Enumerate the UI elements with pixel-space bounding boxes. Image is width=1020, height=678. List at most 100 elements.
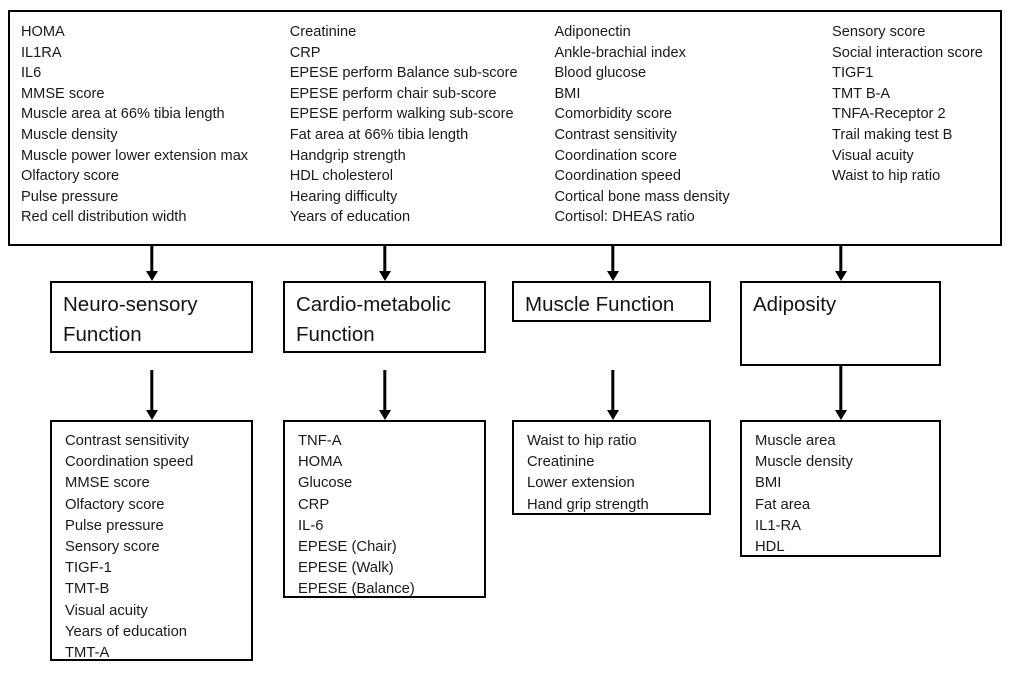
- variable-item: Coordination score: [554, 147, 677, 164]
- leaf-item: TNF-A: [298, 433, 342, 449]
- leaf-item: EPESE (Walk): [298, 560, 394, 577]
- variable-item: BMI: [554, 85, 581, 102]
- domain-title: Adiposity: [753, 293, 837, 316]
- variable-columns: HOMA IL1RA IL6 MMSE score Muscle area at…: [10, 22, 1000, 244]
- leaf-item: EPESE (Balance): [298, 581, 415, 598]
- arrow-shaft: [149, 370, 154, 410]
- variable-item: Visual acuity: [832, 147, 914, 164]
- leaf-item: Lower extension: [527, 475, 635, 492]
- domain-box-adiposity[interactable]: Adiposity: [740, 281, 941, 366]
- leaf-box-adiposity-variables: Muscle area Muscle density BMI Fat area …: [740, 420, 941, 557]
- variable-item: Muscle area at 66% tibia length: [21, 106, 225, 123]
- variable-item: Cortical bone mass density: [554, 188, 730, 205]
- variable-item: Waist to hip ratio: [832, 168, 941, 185]
- leaf-item: Waist to hip ratio: [527, 433, 637, 449]
- leaf-item: Sensory score: [65, 539, 160, 556]
- variable-item: Social interaction score: [832, 44, 983, 61]
- leaf-item: Hand grip strength: [527, 496, 649, 513]
- domain-box-muscle-function[interactable]: Muscle Function: [512, 281, 711, 322]
- leaf-item: Years of education: [65, 623, 188, 640]
- arrow-head: [606, 410, 619, 420]
- arrow-shaft: [610, 370, 615, 410]
- variable-item: EPESE perform chair sub-score: [289, 85, 497, 102]
- variable-column-4: Sensory score Social interaction score T…: [832, 22, 1000, 187]
- arrow-shaft: [382, 370, 387, 410]
- variable-column-3: Adiponectin Ankle-brachial index Blood g…: [554, 22, 832, 228]
- arrow-shaft: [838, 246, 843, 271]
- variable-item: Trail making test B: [832, 126, 953, 143]
- leaf-item: TMT-A: [65, 645, 110, 662]
- leaf-item: Visual acuity: [65, 602, 148, 619]
- arrow-head: [834, 410, 847, 420]
- arrow-shaft: [838, 366, 843, 410]
- leaf-item: Contrast sensitivity: [65, 433, 190, 449]
- domain-box-neuro-sensory-function[interactable]: Neuro-sensory Function: [50, 281, 253, 353]
- arrow-head: [834, 271, 847, 281]
- leaf-item: EPESE (Chair): [298, 539, 397, 556]
- variable-item: Muscle density: [21, 126, 118, 143]
- variable-item: Adiponectin: [554, 24, 631, 40]
- variable-item: Pulse pressure: [21, 188, 119, 205]
- variable-item: EPESE perform Balance sub-score: [289, 65, 518, 82]
- variable-item: Years of education: [289, 209, 411, 226]
- variable-column-1: HOMA IL1RA IL6 MMSE score Muscle area at…: [10, 22, 290, 228]
- domain-title: Neuro-sensory Function: [63, 293, 198, 346]
- leaf-box-neuro-sensory-variables: Contrast sensitivity Coordination speed …: [50, 420, 253, 661]
- leaf-item: MMSE score: [65, 475, 150, 492]
- arrow-pool-to-adiposity: [832, 246, 849, 281]
- leaf-item: Muscle area: [755, 433, 836, 449]
- variable-item: Hearing difficulty: [289, 188, 398, 205]
- domain-box-cardio-metabolic-function[interactable]: Cardio-metabolic Function: [283, 281, 486, 353]
- arrow-pool-to-muscle-function: [604, 246, 621, 281]
- variable-item: Contrast sensitivity: [554, 126, 677, 143]
- variable-column-2: Creatinine CRP EPESE perform Balance sub…: [290, 22, 555, 228]
- leaf-item: CRP: [298, 496, 330, 513]
- arrow-shaft: [610, 246, 615, 271]
- arrow-neuro-sensory-to-variables: [143, 370, 160, 420]
- variable-item: Cortisol: DHEAS ratio: [554, 209, 695, 226]
- variable-item: HOMA: [21, 24, 65, 40]
- leaf-box-muscle-function-variables: Waist to hip ratio Creatinine Lower exte…: [512, 420, 711, 515]
- leaf-item: Coordination speed: [65, 454, 194, 471]
- arrow-head: [145, 410, 158, 420]
- variable-item: Fat area at 66% tibia length: [289, 126, 469, 143]
- leaf-item: HOMA: [298, 454, 343, 471]
- variable-item: TIGF1: [832, 65, 874, 82]
- domain-title: Muscle Function: [525, 293, 675, 316]
- arrow-muscle-function-to-variables: [604, 370, 621, 420]
- leaf-item: IL-6: [298, 517, 324, 534]
- leaf-item: Pulse pressure: [65, 517, 164, 534]
- variable-item: IL1RA: [21, 44, 62, 61]
- arrow-shaft: [149, 246, 154, 271]
- leaf-item: TMT-B: [65, 581, 110, 598]
- variable-item: Blood glucose: [554, 65, 647, 82]
- variable-item: HDL cholesterol: [289, 168, 393, 185]
- variable-item: MMSE score: [21, 85, 105, 102]
- variable-item: Ankle-brachial index: [554, 44, 686, 61]
- variable-item: IL6: [21, 65, 42, 82]
- variable-item: EPESE perform walking sub-score: [289, 106, 514, 123]
- variable-item: Handgrip strength: [289, 147, 406, 164]
- arrow-shaft: [382, 246, 387, 271]
- variable-item: Olfactory score: [21, 168, 120, 185]
- variable-item: Sensory score: [832, 24, 926, 40]
- leaf-item: IL1-RA: [755, 517, 802, 534]
- variable-item: Creatinine: [289, 24, 357, 40]
- leaf-box-cardio-metabolic-variables: TNF-A HOMA Glucose CRP IL-6 EPESE (Chair…: [283, 420, 486, 598]
- leaf-item: BMI: [755, 475, 782, 492]
- arrow-head: [606, 271, 619, 281]
- arrow-head: [378, 271, 391, 281]
- leaf-item: Fat area: [755, 496, 811, 513]
- arrow-cardio-metabolic-to-variables: [376, 370, 393, 420]
- domain-title: Cardio-metabolic Function: [296, 293, 451, 346]
- leaf-item: HDL: [755, 539, 785, 556]
- leaf-item: Creatinine: [527, 454, 595, 471]
- leaf-item: Olfactory score: [65, 496, 165, 513]
- arrow-pool-to-neuro-sensory: [143, 246, 160, 281]
- diagram-canvas: HOMA IL1RA IL6 MMSE score Muscle area at…: [0, 0, 1020, 678]
- variable-item: CRP: [289, 44, 321, 61]
- variable-item: Red cell distribution width: [21, 209, 187, 226]
- leaf-item: Glucose: [298, 475, 353, 492]
- variable-item: TNFA-Receptor 2: [832, 106, 946, 123]
- variable-item: Muscle power lower extension max: [21, 147, 249, 164]
